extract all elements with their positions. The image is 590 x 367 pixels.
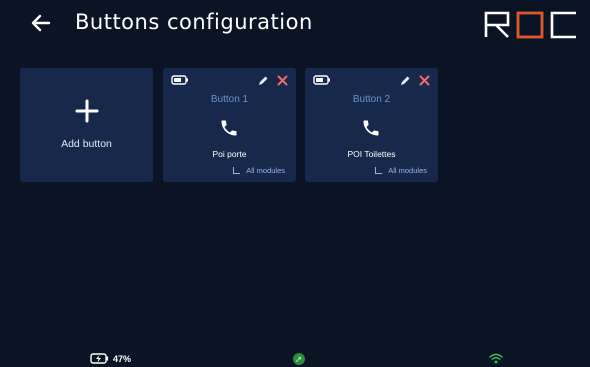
- add-button-label: Add button: [61, 138, 112, 150]
- add-button-card[interactable]: Add button: [20, 68, 153, 182]
- poi-label: Poi porte: [212, 149, 247, 159]
- status-bar: 47%: [0, 352, 590, 367]
- delete-x-icon[interactable]: [277, 75, 288, 86]
- corner-indent-icon: [233, 167, 241, 174]
- corner-indent-icon: [375, 167, 383, 174]
- wifi-icon: [489, 353, 503, 364]
- battery-status: 47%: [90, 353, 131, 364]
- page-title: Buttons configuration: [75, 10, 313, 34]
- modules-text: All modules: [388, 166, 427, 175]
- modules-label: All modules: [375, 166, 427, 175]
- roc-logo: [484, 11, 576, 39]
- header: Buttons configuration: [0, 0, 590, 48]
- delete-x-icon[interactable]: [419, 75, 430, 86]
- button-card-2[interactable]: Button 2 POI Toilettes All modules: [305, 68, 438, 182]
- edit-pencil-icon[interactable]: [399, 75, 411, 87]
- phone-icon: [363, 120, 379, 136]
- navigation-status-icon: [293, 353, 305, 365]
- button-name: Button 2: [352, 94, 391, 105]
- poi-label: POI Toilettes: [347, 149, 396, 159]
- button-name: Button 1: [210, 94, 249, 105]
- battery-icon: [171, 75, 188, 85]
- back-button[interactable]: [30, 12, 52, 34]
- battery-icon: [313, 75, 330, 85]
- modules-text: All modules: [246, 166, 285, 175]
- plus-icon: [75, 99, 99, 123]
- button-card-1[interactable]: Button 1 Poi porte All modules: [163, 68, 296, 182]
- phone-icon: [221, 120, 237, 136]
- arrow-left-icon: [31, 14, 51, 32]
- battery-percent: 47%: [113, 353, 132, 364]
- edit-pencil-icon[interactable]: [257, 75, 269, 87]
- modules-label: All modules: [233, 166, 285, 175]
- battery-charging-icon: [90, 353, 109, 364]
